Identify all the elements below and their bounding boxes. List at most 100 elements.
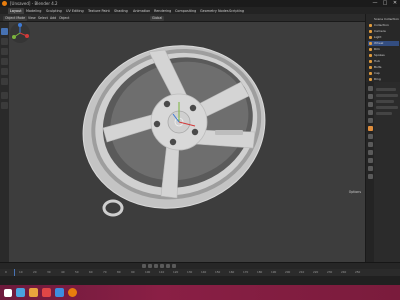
outliner-row-label: Ring xyxy=(374,77,381,81)
scale-tool-icon[interactable] xyxy=(1,68,8,75)
outliner-row[interactable]: Rim xyxy=(368,47,399,52)
frame-tick: 110 xyxy=(159,270,165,274)
wheel-model[interactable] xyxy=(9,22,365,262)
navigation-gizmo[interactable] xyxy=(9,22,31,44)
render-properties-icon[interactable] xyxy=(367,94,373,99)
property-field[interactable] xyxy=(376,106,398,109)
measure-tool-icon[interactable] xyxy=(1,102,8,109)
blender-taskbar-icon[interactable] xyxy=(68,288,77,297)
key-ring xyxy=(102,199,124,217)
data-properties-icon[interactable] xyxy=(367,158,373,163)
frame-tick: 190 xyxy=(271,270,277,274)
modifier-properties-icon[interactable] xyxy=(367,134,373,139)
scene-properties-icon[interactable] xyxy=(367,110,373,115)
mesh-icon xyxy=(369,60,372,63)
output-properties-icon[interactable] xyxy=(367,102,373,107)
tool-properties-icon[interactable] xyxy=(367,86,373,91)
taskview-icon[interactable] xyxy=(16,288,25,297)
frame-tick: 170 xyxy=(243,270,249,274)
maximize-button[interactable]: □ xyxy=(380,0,390,7)
texture-properties-icon[interactable] xyxy=(367,174,373,179)
property-field[interactable] xyxy=(376,88,396,91)
properties-tabs xyxy=(366,82,374,262)
jump-start-icon[interactable] xyxy=(142,264,146,268)
frame-tick: 20 xyxy=(33,270,37,274)
close-button[interactable]: ✕ xyxy=(390,0,400,7)
blender-logo-icon xyxy=(2,1,7,6)
frame-tick: 220 xyxy=(313,270,319,274)
os-taskbar xyxy=(0,285,400,300)
frame-tick: 240 xyxy=(341,270,347,274)
mesh-icon xyxy=(369,48,372,51)
outliner-row[interactable]: Wheel xyxy=(368,41,399,46)
rotate-tool-icon[interactable] xyxy=(1,58,8,65)
outliner-row[interactable]: Cap xyxy=(368,71,399,76)
frame-tick: 130 xyxy=(187,270,193,274)
workspace-tabs: Layout Modeling Sculpting UV Editing Tex… xyxy=(0,7,400,14)
outliner-row-label: Camera xyxy=(374,29,386,33)
windows-start-icon[interactable] xyxy=(4,288,12,297)
mode-dropdown[interactable]: Object Mode xyxy=(3,15,28,21)
outliner-row-label: Bolts xyxy=(374,65,382,69)
property-field[interactable] xyxy=(376,112,392,115)
frame-tick: 150 xyxy=(215,270,221,274)
mesh-icon xyxy=(369,54,372,57)
play-icon[interactable] xyxy=(160,264,164,268)
3d-viewport[interactable]: Options xyxy=(9,22,365,262)
frame-tick: 120 xyxy=(173,270,179,274)
transform-tool-icon[interactable] xyxy=(1,78,8,85)
material-properties-icon[interactable] xyxy=(367,166,373,171)
world-properties-icon[interactable] xyxy=(367,118,373,123)
object-properties-icon[interactable] xyxy=(367,126,373,131)
transform-orientation-dropdown[interactable]: Global xyxy=(150,15,165,21)
outliner-row[interactable]: Bolts xyxy=(368,65,399,70)
outliner-row-label: Wheel xyxy=(374,41,384,45)
step-forward-icon[interactable] xyxy=(166,264,170,268)
frame-tick: 100 xyxy=(145,270,151,274)
outliner-row[interactable]: Collection xyxy=(368,23,399,28)
viewport-header: Object Mode View Select Add Object Globa… xyxy=(0,14,365,22)
outliner-row[interactable]: Scene Collection xyxy=(368,17,399,22)
outliner-row[interactable]: Hub xyxy=(368,59,399,64)
brand-decal xyxy=(215,130,243,135)
step-back-icon[interactable] xyxy=(148,264,152,268)
frame-tick: 90 xyxy=(131,270,135,274)
minimize-button[interactable]: — xyxy=(370,0,380,7)
outliner-row-label: Collection xyxy=(374,23,389,27)
select-tool-icon[interactable] xyxy=(1,28,8,35)
property-field[interactable] xyxy=(376,100,394,103)
outliner-row-label: Cap xyxy=(374,71,380,75)
frame-tick: 60 xyxy=(89,270,93,274)
title-bar: [Unsaved] - Blender 4.2 — □ ✕ xyxy=(0,0,400,7)
play-reverse-icon[interactable] xyxy=(154,264,158,268)
collection-icon xyxy=(369,24,372,27)
move-tool-icon[interactable] xyxy=(1,48,8,55)
frame-tick: 50 xyxy=(75,270,79,274)
jump-end-icon[interactable] xyxy=(172,264,176,268)
menu-object[interactable]: Object xyxy=(57,16,71,21)
options-dropdown[interactable]: Options xyxy=(349,190,361,194)
tool-shelf xyxy=(0,22,9,262)
constraint-properties-icon[interactable] xyxy=(367,150,373,155)
physics-properties-icon[interactable] xyxy=(367,142,373,147)
timeline: 0 10 20 30 40 50 60 70 80 90 100 110 120… xyxy=(0,262,400,277)
camera-icon xyxy=(369,30,372,33)
annotate-tool-icon[interactable] xyxy=(1,92,8,99)
outliner-row[interactable]: Light xyxy=(368,35,399,40)
frame-tick: 0 xyxy=(5,270,7,274)
mesh-icon xyxy=(369,72,372,75)
properties-panel xyxy=(365,82,400,262)
app-icon[interactable] xyxy=(55,288,64,297)
mesh-icon xyxy=(369,66,372,69)
outliner-row[interactable]: Spokes xyxy=(368,53,399,58)
browser-icon[interactable] xyxy=(42,288,51,297)
file-explorer-icon[interactable] xyxy=(29,288,38,297)
property-field[interactable] xyxy=(376,94,398,97)
outliner-row-label: Rim xyxy=(374,47,380,51)
frame-tick: 80 xyxy=(117,270,121,274)
frame-tick: 230 xyxy=(327,270,333,274)
outliner-row-label: Scene Collection xyxy=(374,17,399,21)
outliner-row[interactable]: Camera xyxy=(368,29,399,34)
cursor-tool-icon[interactable] xyxy=(1,38,8,45)
window-title: [Unsaved] - Blender 4.2 xyxy=(10,1,58,6)
